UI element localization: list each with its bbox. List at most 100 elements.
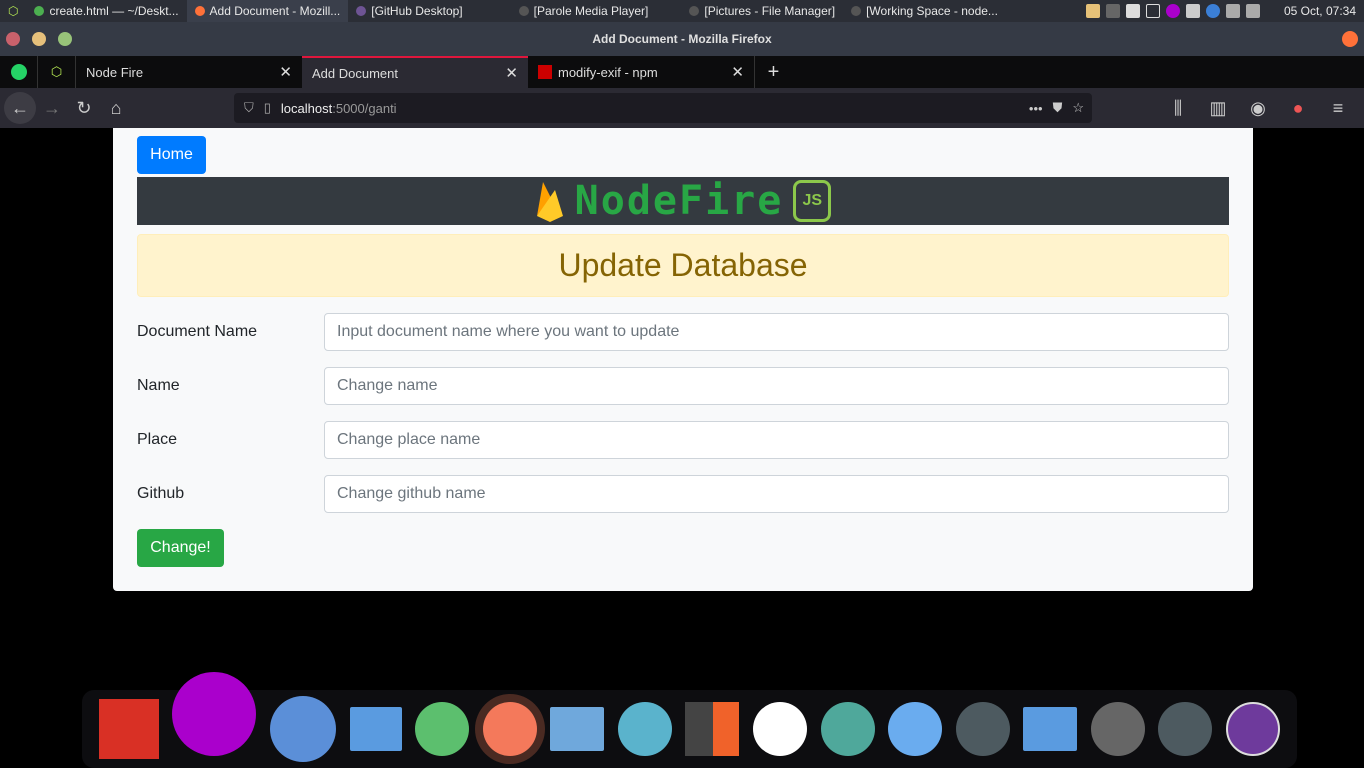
app-icon [689,6,700,16]
task-label: [Pictures - File Manager] [704,4,836,18]
github-input[interactable] [324,475,1229,513]
media-player-icon[interactable] [1090,702,1145,756]
page-card: Home NodeFire JS Update Database Documen… [113,128,1253,591]
pocket-icon[interactable]: ⛊ [1053,100,1063,116]
logo-text: NodeFire [574,178,784,224]
tab-label: Add Document [312,65,398,81]
folder-icon[interactable] [1023,707,1078,751]
task-item[interactable]: [GitHub Desktop] [348,0,470,22]
chromium-icon[interactable] [269,696,336,762]
firefox-icon [194,6,205,16]
tab-bar: ⬡ Node Fire ✕ Add Document ✕ modify-exif -… [0,56,1364,88]
extension-icon[interactable]: ● [1282,92,1314,124]
task-item[interactable]: [Parole Media Player] [511,0,657,22]
power-icon[interactable] [1225,4,1240,18]
name-label: Name [137,377,180,394]
top-panel: ⬡ create.html — ~/Deskt... Add Document … [0,0,1364,22]
wireshark-icon[interactable] [617,702,672,756]
sidebar-icon[interactable]: ▥ [1202,92,1234,124]
sublime-merge-icon[interactable] [685,702,740,756]
maximize-window-button[interactable] [58,32,72,46]
form-row-document-name: Document Name [137,313,1229,351]
flameshot-icon[interactable] [1165,4,1180,18]
shield-icon[interactable]: ⛉ [244,100,254,116]
home-button[interactable]: Home [137,136,206,174]
vscode-icon[interactable] [752,702,807,756]
tab-add-document[interactable]: Add Document ✕ [302,56,528,88]
bluetooth-icon[interactable] [1205,4,1220,18]
task-item[interactable]: [Pictures - File Manager] [681,0,843,22]
notifications-muted-icon[interactable] [1105,4,1120,18]
volume-icon[interactable] [1245,4,1260,18]
minimize-window-button[interactable] [32,32,46,46]
task-label: [Working Space - node... [866,4,998,18]
pinned-tab-whatsapp[interactable] [0,56,38,88]
task-label: [Parole Media Player] [533,4,649,18]
task-item[interactable]: [Working Space - node... [843,0,1006,22]
fritzing-icon[interactable] [98,699,159,759]
terminal-icon[interactable] [955,702,1010,756]
mail-icon[interactable] [1125,4,1140,18]
pinned-tab[interactable]: ⬡ [38,56,76,88]
files-icon[interactable] [349,707,402,751]
account-icon[interactable]: ◉ [1242,92,1274,124]
url-path: :5000/ganti [332,100,397,116]
nodefire-banner: NodeFire JS [137,177,1229,225]
github-icon [356,6,367,16]
url-bar[interactable]: ⛉ ▯ localhost:5000/ganti ••• ⛊ ☆ [234,93,1092,123]
menu-icon[interactable]: ≡ [1322,92,1354,124]
window-titlebar: Add Document - Mozilla Firefox [0,22,1364,56]
document-name-input[interactable] [324,313,1229,351]
nodejs-icon: JS [793,180,832,222]
task-item[interactable]: create.html — ~/Deskt... [26,0,186,22]
atom-icon[interactable] [820,702,875,756]
name-input[interactable] [324,367,1229,405]
app-icon [851,6,862,16]
system-tray: 05 Oct, 07:34 [1085,4,1364,18]
task-item[interactable]: Add Document - Mozill... [186,0,349,22]
terminal-icon[interactable] [1158,702,1213,756]
place-label: Place [137,431,178,448]
tab-label: modify-exif - npm [558,64,658,80]
tab-node-fire[interactable]: Node Fire ✕ [76,56,302,88]
network-icon[interactable] [1185,4,1200,18]
close-tab-icon[interactable]: ✕ [731,63,744,81]
github-desktop-icon[interactable] [1226,702,1281,756]
bookmark-star-icon[interactable]: ☆ [1072,100,1084,116]
tab-modify-exif[interactable]: modify-exif - npm ✕ [528,56,754,88]
task-label: create.html — ~/Deskt... [49,4,179,18]
task-label: [GitHub Desktop] [371,4,463,18]
whatsapp-icon [10,64,27,80]
home-icon[interactable]: ⌂ [100,92,132,124]
back-icon[interactable]: ← [4,92,36,124]
url-host: localhost [280,100,333,116]
screenshot-icon[interactable] [888,702,943,756]
forward-icon[interactable]: → [36,92,68,124]
notes-icon[interactable] [415,702,470,756]
github-label: Github [137,485,185,502]
library-icon[interactable]: ⫼ [1162,92,1194,124]
discord-icon[interactable] [550,707,605,751]
app-icon [518,6,529,16]
dock [82,672,1297,768]
cube-icon: ⬡ [50,64,63,79]
clock[interactable]: 05 Oct, 07:34 [1284,4,1356,18]
clipboard-icon[interactable] [1145,4,1160,18]
document-name-label: Document Name [137,323,258,340]
npm-icon [538,65,552,79]
firebase-icon [536,182,563,222]
reload-icon[interactable]: ↻ [68,92,100,124]
workspace-icon[interactable]: ⬡ [0,0,26,22]
flameshot-icon[interactable] [172,672,257,756]
close-tab-icon[interactable]: ✕ [505,64,518,82]
app-icon [34,6,45,16]
place-input[interactable] [324,421,1229,459]
new-tab-button[interactable]: + [754,56,792,88]
close-window-button[interactable] [6,32,20,46]
firefox-dev-icon[interactable] [482,702,537,756]
page-actions-icon[interactable]: ••• [1029,101,1043,116]
notes-icon[interactable] [1085,4,1100,18]
close-tab-icon[interactable]: ✕ [279,63,292,81]
tab-label: Node Fire [86,64,144,80]
change-button[interactable]: Change! [137,529,224,567]
